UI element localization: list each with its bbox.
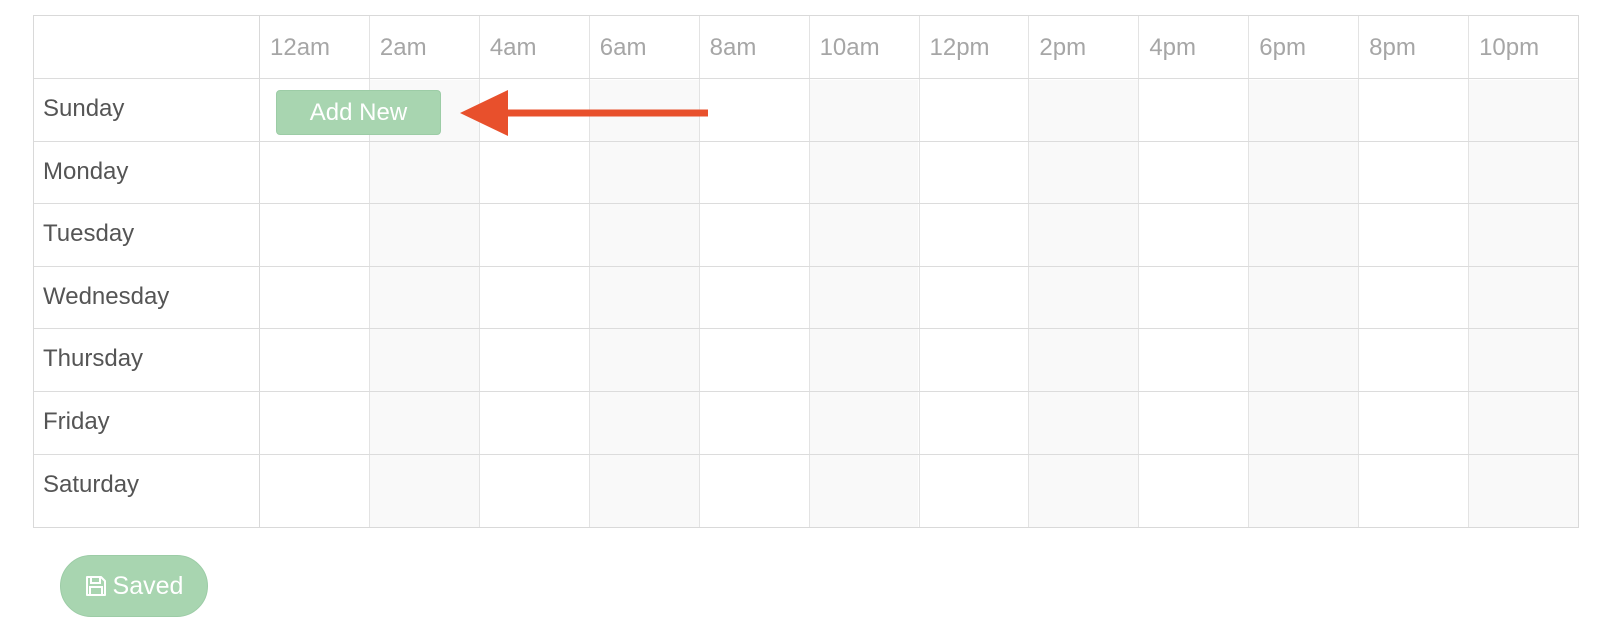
column-divider	[808, 16, 810, 527]
column-divider	[478, 16, 480, 527]
hour-label: 2pm	[1039, 34, 1087, 61]
hour-label: 10am	[819, 34, 880, 61]
hour-label: 4pm	[1149, 34, 1197, 61]
saved-button[interactable]: Saved	[60, 555, 208, 617]
hour-column-stripe	[1468, 80, 1578, 527]
day-label: Saturday	[43, 470, 140, 498]
column-divider	[259, 16, 260, 527]
column-divider	[1468, 16, 1470, 527]
hour-label: 2am	[379, 34, 427, 61]
hour-column-stripe	[588, 80, 699, 527]
row-divider	[34, 203, 1578, 205]
row-divider	[34, 265, 1578, 267]
column-divider	[698, 16, 700, 527]
hour-column-stripe	[1028, 80, 1139, 527]
hour-column-stripe	[1248, 80, 1359, 527]
column-divider	[1138, 16, 1140, 527]
hour-label: 4am	[489, 34, 537, 61]
hour-label: 12pm	[929, 34, 990, 61]
hour-label: 8am	[709, 34, 757, 61]
day-label: Friday	[43, 408, 110, 435]
day-label: Thursday	[43, 345, 144, 373]
column-divider	[918, 16, 920, 527]
saved-button-label: Saved	[112, 571, 184, 600]
hour-label: 6am	[599, 34, 647, 61]
day-label: Wednesday	[43, 282, 170, 310]
day-label: Tuesday	[43, 220, 135, 248]
hour-column-stripe	[368, 80, 479, 527]
column-divider	[588, 16, 590, 527]
hour-label: 10pm	[1479, 34, 1540, 61]
row-divider	[34, 453, 1578, 455]
day-label: Sunday	[43, 95, 125, 122]
hour-column-stripe	[808, 80, 919, 527]
column-divider	[1248, 16, 1250, 527]
column-divider	[1358, 16, 1360, 527]
row-divider	[34, 140, 1578, 142]
hour-label: 6pm	[1259, 34, 1306, 61]
weekly-schedule-grid: 12am 2am 4am 6am 8am 10am 12pm 2pm 4pm 6pm 8pm 10pm…	[33, 15, 1579, 528]
add-new-button[interactable]: Add New	[276, 90, 441, 135]
column-divider	[1028, 16, 1030, 527]
row-divider	[34, 391, 1578, 392]
hour-label: 8pm	[1369, 34, 1416, 61]
row-divider	[34, 328, 1578, 330]
save-icon	[85, 575, 107, 597]
hour-label: 12am	[270, 34, 331, 61]
row-divider	[34, 78, 1578, 79]
day-label: Monday	[43, 157, 129, 185]
